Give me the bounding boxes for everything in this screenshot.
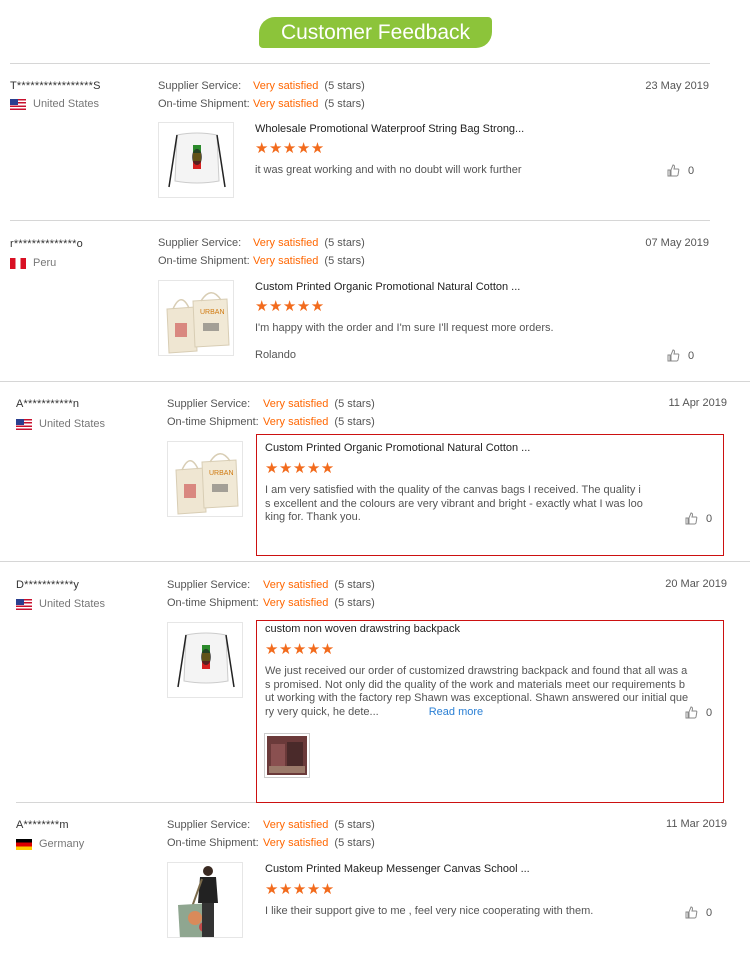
review-comment: it was great working and with no doubt w… [255, 164, 522, 176]
like-count: 0 [706, 706, 713, 719]
reviewer-country: United States [16, 418, 105, 430]
thumbs-up-icon [667, 349, 680, 362]
svg-text:URBAN: URBAN [200, 309, 225, 316]
reviewer-country: Peru [10, 257, 56, 269]
five-star-rating: ★★★★★ [265, 460, 335, 477]
divider [10, 63, 710, 64]
product-thumbnail[interactable]: URBAN [167, 441, 243, 517]
supplier-service-rating: Supplier Service: Very satisfied (5 stars) [167, 819, 375, 831]
like-button[interactable]: 0 [685, 512, 712, 525]
five-star-rating: ★★★★★ [265, 881, 335, 898]
divider [10, 220, 710, 221]
review-attachment-image[interactable] [264, 733, 310, 778]
reviewer-name: D***********y [16, 579, 80, 591]
product-title-link[interactable]: Custom Printed Makeup Messenger Canvas S… [265, 863, 530, 875]
canvas-tote-bags-image: URBAN [168, 442, 242, 516]
canvas-tote-bags-image: URBAN [159, 281, 233, 355]
product-title-link[interactable]: custom non woven drawstring backpack [265, 623, 460, 635]
like-count: 0 [706, 906, 713, 919]
shipment-rating: On-time Shipment: Very satisfied (5 stars) [167, 837, 375, 849]
like-button[interactable]: 0 [685, 706, 712, 719]
product-thumbnail[interactable] [158, 122, 234, 198]
like-button[interactable]: 0 [667, 349, 694, 362]
shipment-rating: On-time Shipment: Very satisfied (5 stars) [167, 416, 375, 428]
five-star-rating: ★★★★★ [265, 641, 335, 658]
messenger-bag-model-image [168, 863, 242, 937]
reviewer-country: United States [10, 98, 99, 110]
product-title-link[interactable]: Custom Printed Organic Promotional Natur… [255, 281, 520, 293]
supplier-service-rating: Supplier Service: Very satisfied (5 stars) [167, 398, 375, 410]
thumbs-up-icon [685, 512, 698, 525]
review-date: 11 Mar 2019 [666, 818, 727, 830]
thumbs-up-icon [685, 706, 698, 719]
read-more-link[interactable]: Read more [429, 706, 483, 718]
like-count: 0 [688, 164, 695, 177]
us-flag-icon [16, 418, 32, 430]
product-title-link[interactable]: Custom Printed Organic Promotional Natur… [265, 442, 530, 454]
product-title-link[interactable]: Wholesale Promotional Waterproof String … [255, 123, 524, 135]
us-flag-icon [10, 98, 26, 110]
review-comment: We just received our order of customized… [265, 665, 689, 718]
like-button[interactable]: 0 [667, 164, 694, 177]
review-date: 20 Mar 2019 [665, 578, 727, 590]
five-star-rating: ★★★★★ [255, 298, 325, 315]
review-date: 07 May 2019 [645, 237, 709, 249]
five-star-rating: ★★★★★ [255, 140, 325, 157]
review-comment: I am very satisfied with the quality of … [265, 484, 643, 523]
reviewer-name: T*****************S [10, 80, 101, 92]
like-count: 0 [688, 349, 695, 362]
supplier-service-rating: Supplier Service: Very satisfied (5 stars) [167, 579, 375, 591]
drawstring-bag-image [168, 623, 242, 697]
reviewer-signature: Rolando [255, 349, 296, 361]
supplier-service-rating: Supplier Service: Very satisfied (5 stars) [158, 80, 365, 92]
supplier-service-rating: Supplier Service: Very satisfied (5 stars) [158, 237, 365, 249]
reviewer-country: United States [16, 598, 105, 610]
review-comment: I'm happy with the order and I'm sure I'… [255, 322, 554, 334]
divider [16, 802, 256, 803]
de-flag-icon [16, 838, 32, 850]
reviewer-name: A********m [16, 819, 69, 831]
shipment-rating: On-time Shipment: Very satisfied (5 stars) [158, 98, 365, 110]
divider [0, 381, 750, 382]
backpack-photo [267, 736, 307, 775]
thumbs-up-icon [685, 906, 698, 919]
product-thumbnail[interactable] [167, 622, 243, 698]
reviewer-name: A***********n [16, 398, 80, 410]
product-thumbnail[interactable]: URBAN [158, 280, 234, 356]
shipment-rating: On-time Shipment: Very satisfied (5 stars) [167, 597, 375, 609]
like-count: 0 [706, 512, 713, 525]
pe-flag-icon [10, 257, 26, 269]
drawstring-bag-image [159, 123, 233, 197]
review-comment: I like their support give to me , feel v… [265, 905, 594, 917]
shipment-rating: On-time Shipment: Very satisfied (5 stars) [158, 255, 365, 267]
customer-feedback-banner: Customer Feedback [259, 17, 492, 48]
thumbs-up-icon [667, 164, 680, 177]
review-date: 23 May 2019 [645, 80, 709, 92]
like-button[interactable]: 0 [685, 906, 712, 919]
reviewer-country: Germany [16, 838, 84, 850]
reviewer-name: r**************o [10, 238, 83, 250]
us-flag-icon [16, 598, 32, 610]
divider [0, 561, 750, 562]
review-date: 11 Apr 2019 [668, 397, 727, 409]
product-thumbnail[interactable] [167, 862, 243, 938]
svg-text:URBAN: URBAN [209, 470, 234, 477]
